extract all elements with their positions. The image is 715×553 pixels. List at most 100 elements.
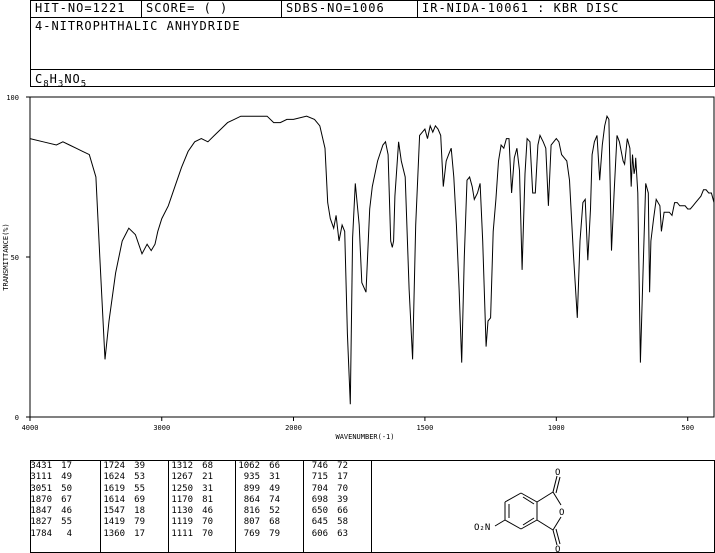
peak-wavenumber: 935: [243, 472, 260, 483]
peak-row: 715 17: [306, 472, 348, 483]
peak-wavenumber: 1062: [238, 461, 260, 471]
peak-row: 1267 21: [171, 472, 213, 483]
peak-row: 864 74: [238, 495, 280, 506]
peak-row: 1360 17: [103, 529, 145, 540]
peak-transmittance: 4: [66, 528, 72, 539]
peak-wavenumber: 816: [243, 506, 260, 517]
y-tick-label: 0: [15, 414, 19, 422]
peak-divider-1: [100, 460, 101, 553]
x-tick-label: 2000: [285, 424, 302, 432]
peak-wavenumber: 1619: [103, 483, 125, 494]
peak-wavenumber: 864: [243, 494, 260, 505]
peak-transmittance: 69: [134, 494, 145, 505]
peak-transmittance: 81: [202, 494, 213, 505]
peak-wavenumber: 645: [311, 517, 328, 528]
peak-row: 3111 49: [30, 472, 72, 483]
peak-transmittance: 79: [134, 517, 145, 528]
peak-wavenumber: 1624: [103, 472, 125, 483]
peak-row: 1250 31: [171, 484, 213, 495]
peak-transmittance: 63: [337, 528, 348, 539]
y-axis-label: TRANSMITTANCE(%): [2, 223, 10, 290]
peak-wavenumber: 1870: [30, 494, 52, 505]
peak-wavenumber: 1419: [103, 517, 125, 528]
peak-wavenumber: 769: [243, 528, 260, 539]
peak-transmittance: 68: [202, 461, 213, 471]
peak-transmittance: 17: [61, 461, 72, 471]
peak-column: 1062 66 935 31 899 49 864 74 816 52 807 68 769 79: [238, 461, 280, 540]
peak-row: 935 31: [238, 472, 280, 483]
peak-transmittance: 70: [202, 528, 213, 539]
peak-row: 698 39: [306, 495, 348, 506]
peak-wavenumber: 807: [243, 517, 260, 528]
peak-transmittance: 79: [269, 528, 280, 539]
peak-transmittance: 52: [269, 506, 280, 517]
peak-row: 1784 4: [30, 529, 72, 540]
peak-wavenumber: 1547: [103, 506, 125, 517]
peak-transmittance: 66: [337, 506, 348, 517]
peak-row: 807 68: [238, 517, 280, 528]
peak-row: 606 63: [306, 529, 348, 540]
peak-row: 1619 55: [103, 484, 145, 495]
peak-transmittance: 46: [202, 506, 213, 517]
peak-wavenumber: 1111: [171, 528, 193, 539]
peak-wavenumber: 3431: [30, 461, 52, 471]
peak-row: 1119 70: [171, 517, 213, 528]
peak-row: 816 52: [238, 506, 280, 517]
peak-row: 1111 70: [171, 529, 213, 540]
peak-transmittance: 55: [61, 517, 72, 528]
peak-transmittance: 55: [134, 483, 145, 494]
peak-wavenumber: 1119: [171, 517, 193, 528]
peak-row: 1624 53: [103, 472, 145, 483]
peak-transmittance: 39: [134, 461, 145, 471]
peak-wavenumber: 1360: [103, 528, 125, 539]
ir-spectrum-chart: 100500 4000 3000 2000 1500 1000 500 WAVENUMBE…: [2, 94, 715, 441]
x-tick-label: 1000: [548, 424, 565, 432]
peak-row: 3431 17: [30, 461, 72, 472]
peak-divider-2: [168, 460, 169, 553]
peak-divider-4: [303, 460, 304, 553]
peak-row: 1062 66: [238, 461, 280, 472]
x-axis-label: WAVENUMBER(-1): [335, 433, 394, 441]
peak-row: 1724 39: [103, 461, 145, 472]
peak-transmittance: 39: [337, 494, 348, 505]
peak-wavenumber: 899: [243, 483, 260, 494]
peak-column: 746 72 715 17 704 70 698 39 650 66 645 58 606 63: [306, 461, 348, 540]
peak-row: 1614 69: [103, 495, 145, 506]
peak-transmittance: 66: [269, 461, 280, 471]
peak-transmittance: 46: [61, 506, 72, 517]
peak-transmittance: 53: [134, 472, 145, 483]
peak-transmittance: 21: [202, 472, 213, 483]
ring-oxygen: O: [559, 508, 564, 518]
peak-row: 1312 68: [171, 461, 213, 472]
nitro-group: O₂N: [474, 523, 490, 533]
peak-transmittance: 18: [134, 506, 145, 517]
peak-wavenumber: 1170: [171, 494, 193, 505]
peak-transmittance: 31: [202, 483, 213, 494]
peak-row: 769 79: [238, 529, 280, 540]
peak-transmittance: 68: [269, 517, 280, 528]
peak-wavenumber: 1614: [103, 494, 125, 505]
plot-frame: [29, 96, 715, 418]
peak-wavenumber: 1250: [171, 483, 193, 494]
peak-transmittance: 50: [61, 483, 72, 494]
y-tick-label: 100: [6, 94, 19, 102]
peak-column: 1724 39 1624 53 1619 55 1614 69 1547 18 1419 79 1360…: [103, 461, 145, 540]
peak-column: 1312 68 1267 21 1250 31 1170 81 1130 46 1119 70 1111…: [171, 461, 213, 540]
peak-row: 1130 46: [171, 506, 213, 517]
peak-transmittance: 70: [202, 517, 213, 528]
peak-row: 1847 46: [30, 506, 72, 517]
peak-row: 704 70: [306, 484, 348, 495]
peak-row: 1827 55: [30, 517, 72, 528]
peak-transmittance: 72: [337, 461, 348, 471]
peak-wavenumber: 650: [311, 506, 328, 517]
peak-wavenumber: 1847: [30, 506, 52, 517]
peak-row: 1419 79: [103, 517, 145, 528]
peak-wavenumber: 715: [311, 472, 328, 483]
peak-wavenumber: 1827: [30, 517, 52, 528]
peak-wavenumber: 1267: [171, 472, 193, 483]
peak-row: 650 66: [306, 506, 348, 517]
peak-row: 746 72: [306, 461, 348, 472]
peak-row: 1170 81: [171, 495, 213, 506]
peak-transmittance: 31: [269, 472, 280, 483]
peak-row: 899 49: [238, 484, 280, 495]
